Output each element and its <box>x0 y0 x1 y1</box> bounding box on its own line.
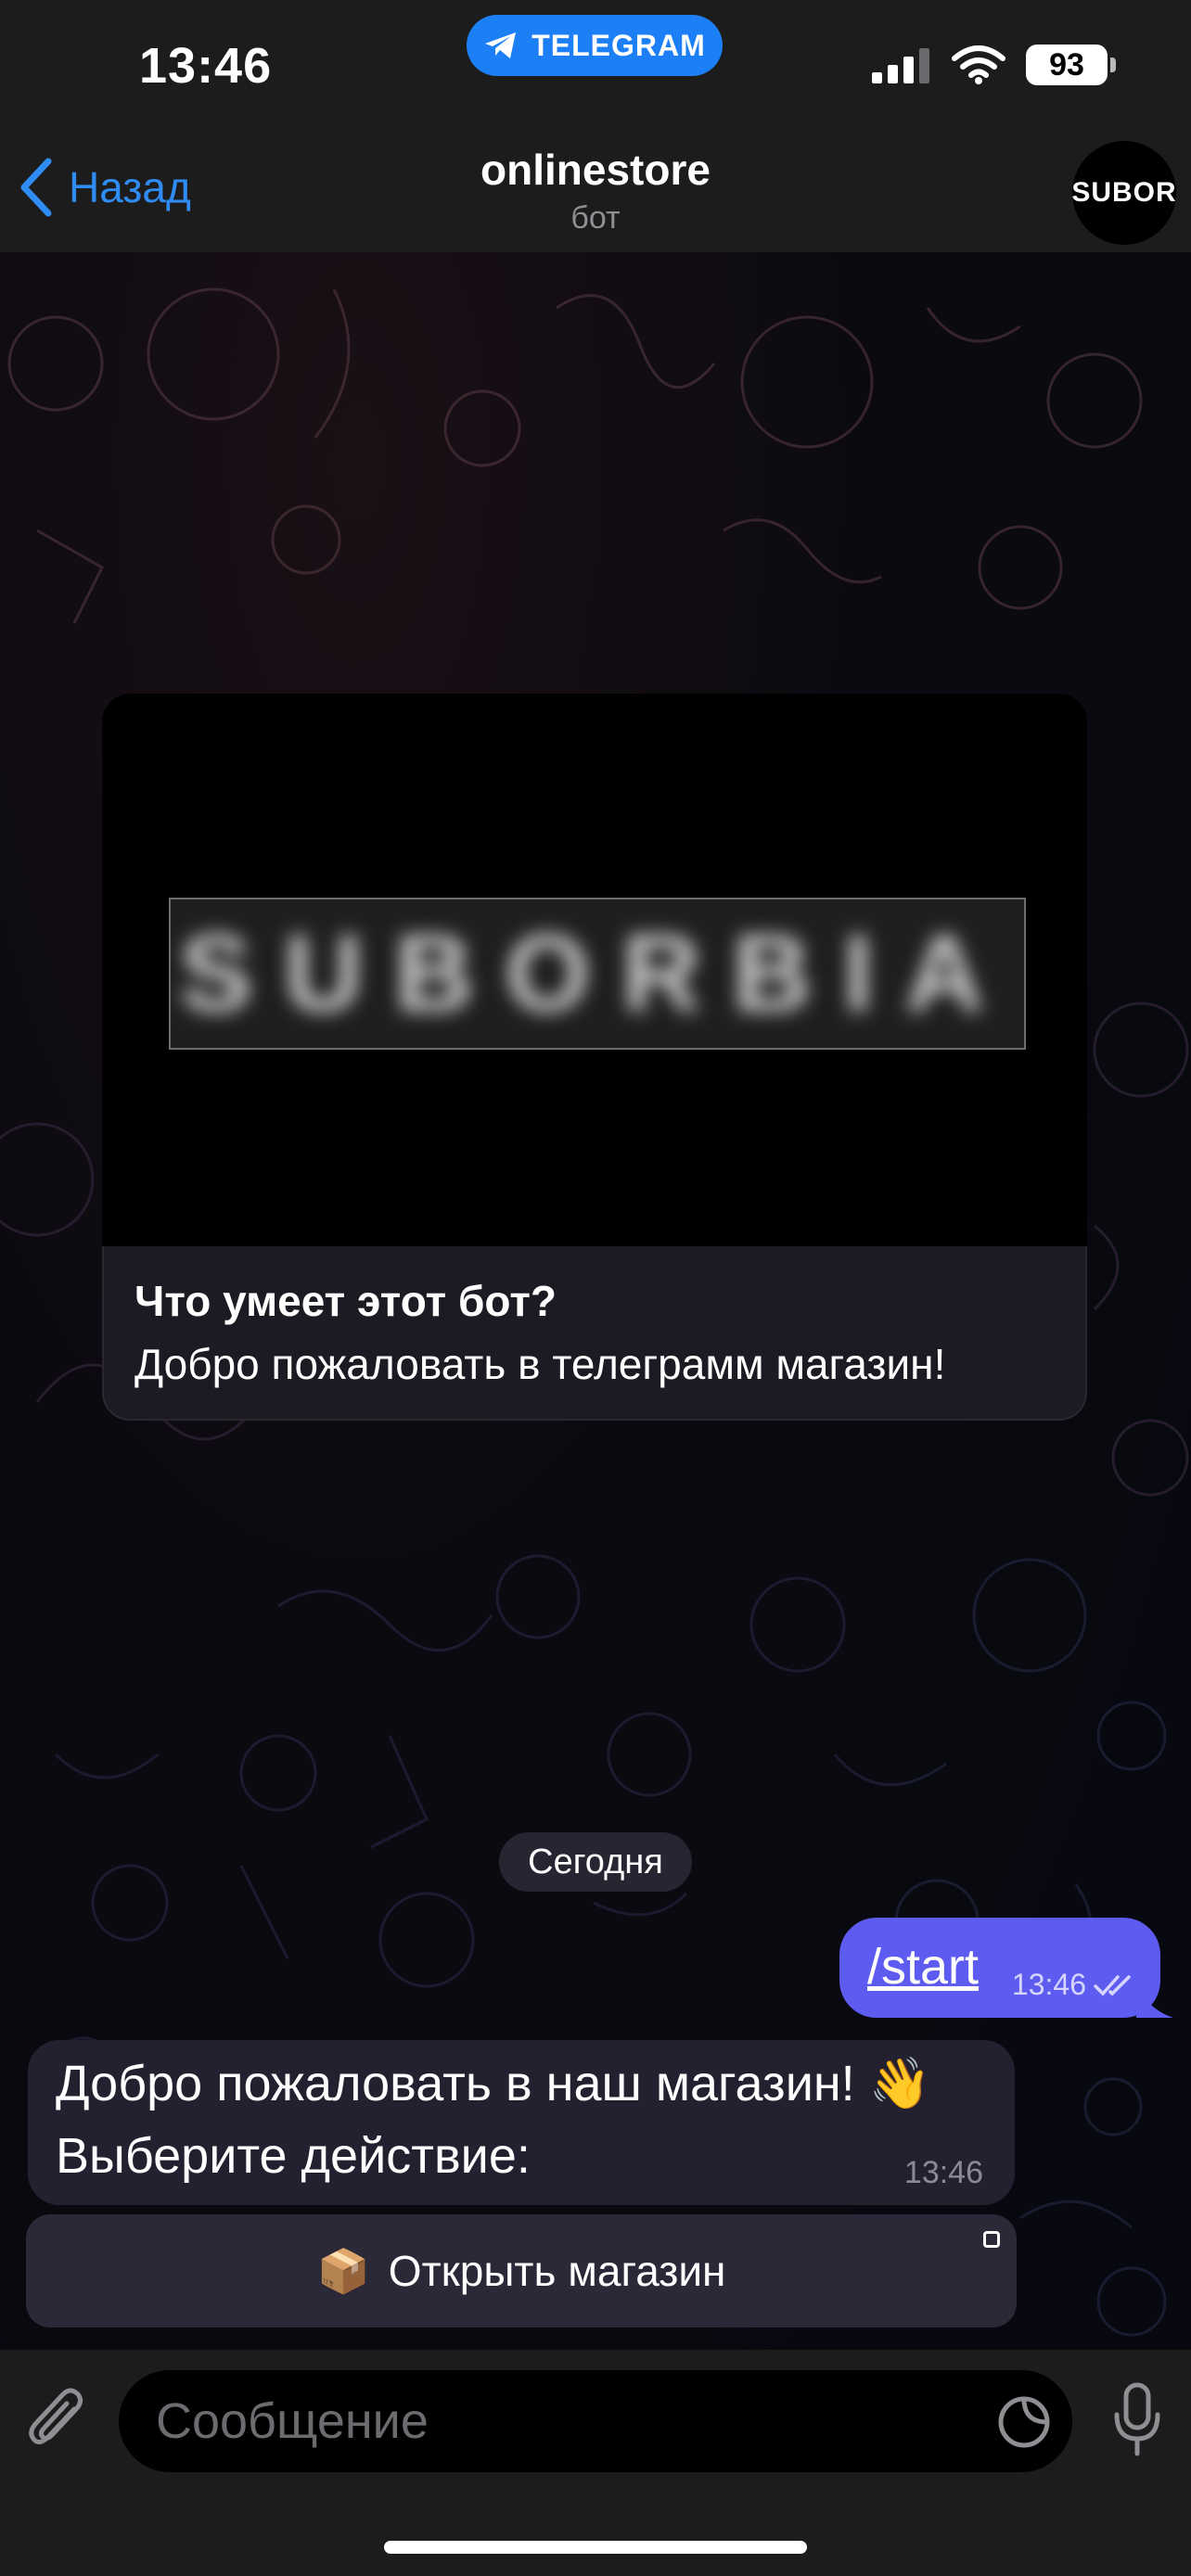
incoming-message[interactable]: Добро пожаловать в наш магазин! 👋 Выбери… <box>28 2040 1015 2205</box>
cellular-icon <box>872 48 929 83</box>
message-time: 13:46 <box>1011 1968 1086 2001</box>
telegram-icon <box>485 32 517 58</box>
status-icons: 93 <box>872 45 1116 85</box>
message-input[interactable] <box>154 2383 974 2459</box>
sticker-icon[interactable] <box>996 2394 1052 2450</box>
bubble-tail <box>1136 1981 1173 2018</box>
message-meta: 13:46 <box>1012 1968 1136 2002</box>
package-icon: 📦 <box>316 2246 370 2295</box>
bot-info-heading: Что умеет этот бот? <box>134 1277 557 1325</box>
status-time: 13:46 <box>139 38 273 94</box>
home-indicator[interactable] <box>384 2541 807 2554</box>
telegram-app-pill[interactable]: TELEGRAM <box>467 15 723 76</box>
open-store-button[interactable]: 📦 Открыть магазин <box>26 2214 1017 2327</box>
top-bar: 13:46 TELEGRAM 93 Назад onlinestore бот <box>0 0 1191 252</box>
telegram-pill-label: TELEGRAM <box>531 28 706 62</box>
date-separator: Сегодня <box>499 1832 692 1892</box>
double-check-icon <box>1094 1974 1131 1996</box>
avatar[interactable]: SUBOR <box>1071 141 1176 245</box>
message-field[interactable] <box>119 2370 1072 2472</box>
wifi-icon <box>952 45 1005 84</box>
message-line-1: Добро пожаловать в наш магазин! 👋 <box>56 2056 931 2111</box>
bot-info-text: Добро пожаловать в телеграмм магазин! <box>134 1340 946 1388</box>
battery-icon: 93 <box>1026 45 1116 85</box>
blurred-logo-text: SUBORBIA <box>179 912 1016 1035</box>
paperclip-icon[interactable] <box>26 2383 91 2457</box>
message-line-2: Выберите действие: <box>56 2128 531 2184</box>
chat-title-block[interactable]: onlinestore бот <box>0 145 1191 236</box>
chat-subtitle: бот <box>570 200 621 236</box>
blurred-logo: SUBORBIA <box>169 898 1026 1050</box>
bot-banner-image: SUBORBIA <box>102 694 1087 1246</box>
open-store-label: Открыть магазин <box>388 2247 726 2295</box>
command-link[interactable]: /start <box>867 1938 979 1996</box>
outgoing-message[interactable]: /start 13:46 <box>839 1918 1173 2018</box>
web-app-icon <box>983 2231 1000 2248</box>
message-time: 13:46 <box>903 2155 983 2190</box>
bot-info-card: SUBORBIA Что умеет этот бот? Добро пожал… <box>102 694 1087 1421</box>
microphone-icon[interactable] <box>1111 2381 1163 2459</box>
chat-title: onlinestore <box>480 146 711 194</box>
